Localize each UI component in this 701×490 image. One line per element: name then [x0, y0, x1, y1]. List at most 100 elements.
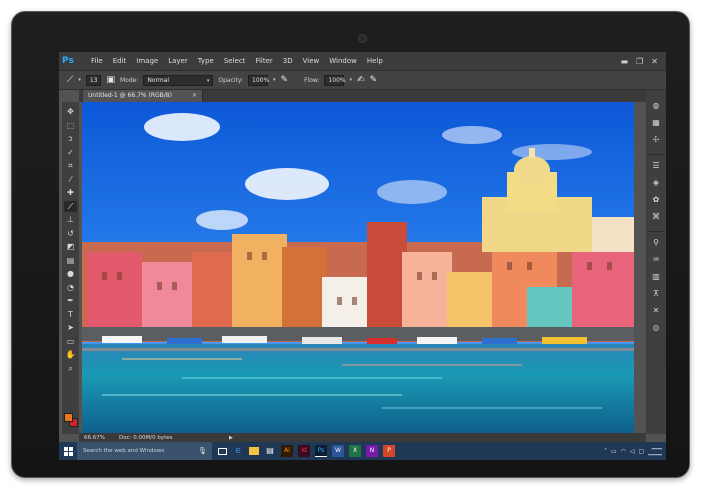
document-info: Doc: 0.00M/0 bytes: [119, 434, 173, 441]
clock-date-icon: ▁▁▁▁: [648, 451, 662, 456]
mode-value: Normal: [147, 76, 170, 84]
color-panel-icon[interactable]: ◍: [649, 100, 663, 112]
file-explorer-icon[interactable]: [249, 447, 259, 455]
canvas-photo: [82, 102, 634, 433]
menu-type[interactable]: Type: [193, 52, 219, 70]
volume-icon[interactable]: ◁: [630, 448, 635, 455]
photoshop-icon[interactable]: Ps: [315, 445, 327, 457]
document-canvas[interactable]: [82, 102, 634, 433]
pressure-opacity-icon[interactable]: ✎: [281, 75, 289, 85]
channels-panel-icon[interactable]: ✿: [649, 194, 663, 206]
restore-icon[interactable]: ❐: [636, 57, 643, 66]
menu-image[interactable]: Image: [131, 52, 163, 70]
quick-select-tool-icon[interactable]: ✓: [64, 147, 77, 159]
foreground-color-swatch[interactable]: [64, 413, 73, 422]
gradient-tool-icon[interactable]: ▤: [64, 255, 77, 267]
task-view-icon[interactable]: [218, 447, 227, 455]
camera-icon: [358, 34, 367, 43]
tools-panel: ✥ ⬚ ↄ ✓ ⌗ ⁄ ✚ ⟋ ⊥ ↺ ◩ ▤ ● ◔ ✒ T ➤ ▭ ✋ ⌕: [62, 102, 79, 434]
swatches-panel-icon[interactable]: ▦: [649, 117, 663, 129]
zoom-level[interactable]: 66.67%: [79, 435, 109, 441]
eyedropper-tool-icon[interactable]: ⁄: [64, 174, 77, 186]
menu-filter[interactable]: Filter: [250, 52, 277, 70]
taskbar-search[interactable]: Search the web and Windows 🎙: [77, 442, 212, 460]
mode-label: Mode:: [119, 76, 139, 84]
menu-view[interactable]: View: [298, 52, 325, 70]
clone-stamp-tool-icon[interactable]: ⊥: [64, 214, 77, 226]
excel-icon[interactable]: X: [349, 445, 361, 457]
mode-select[interactable]: Normal ▾: [143, 74, 214, 86]
chevron-right-icon[interactable]: ▶: [229, 435, 233, 441]
microphone-icon[interactable]: 🎙: [198, 442, 207, 460]
flow-field[interactable]: 100%: [324, 74, 346, 86]
adjustments-panel-icon[interactable]: ☩: [649, 134, 663, 146]
panel-divider: [649, 228, 663, 232]
dodge-tool-icon[interactable]: ◔: [64, 282, 77, 294]
hand-tool-icon[interactable]: ✋: [64, 349, 77, 361]
search-placeholder: Search the web and Windows: [83, 448, 165, 454]
wifi-icon[interactable]: ◠: [621, 448, 626, 455]
options-bar: ⟋ ▾ 13 ▣ Mode: Normal ▾ Opacity: 100% ▾ …: [59, 70, 666, 90]
windows-taskbar: Search the web and Windows 🎙 e ▤ Ai Id P…: [59, 442, 666, 460]
system-tray: ˄ ▭ ◠ ◁ ▢ ▁▁▁ ▁▁▁▁: [604, 445, 666, 457]
marquee-tool-icon[interactable]: ⬚: [64, 120, 77, 132]
chevron-down-icon: ▾: [206, 77, 210, 84]
path-selection-tool-icon[interactable]: ➤: [64, 322, 77, 334]
timeline-panel-icon[interactable]: ◎: [649, 322, 663, 334]
type-tool-icon[interactable]: T: [64, 309, 77, 321]
menu-3d[interactable]: 3D: [278, 52, 298, 70]
zoom-tool-icon[interactable]: ⌕: [64, 363, 77, 375]
character-panel-icon[interactable]: ⊼: [649, 288, 663, 300]
brush-presets-panel-icon[interactable]: ▥: [649, 271, 663, 283]
properties-panel-icon[interactable]: ☰: [649, 160, 663, 172]
brush-preset-icon[interactable]: ⟋: [67, 75, 73, 85]
start-button[interactable]: [59, 442, 77, 460]
close-icon[interactable]: ✕: [651, 57, 658, 66]
eraser-tool-icon[interactable]: ◩: [64, 241, 77, 253]
clock[interactable]: ▁▁▁ ▁▁▁▁: [648, 445, 662, 457]
brush-panel-icon[interactable]: ▣: [106, 75, 115, 85]
illustrator-icon[interactable]: Ai: [281, 445, 293, 457]
crop-tool-icon[interactable]: ⌗: [64, 160, 77, 172]
pen-tool-icon[interactable]: ✒: [64, 295, 77, 307]
brush-size-field[interactable]: 13: [85, 74, 102, 86]
store-icon[interactable]: ▤: [264, 445, 276, 457]
minimize-icon[interactable]: ▬: [621, 57, 629, 66]
tool-presets-panel-icon[interactable]: ✕: [649, 305, 663, 317]
edge-icon[interactable]: e: [232, 445, 244, 457]
opacity-field[interactable]: 100%: [248, 74, 269, 86]
menu-layer[interactable]: Layer: [163, 52, 193, 70]
chevron-down-icon[interactable]: ▾: [349, 77, 352, 83]
battery-icon[interactable]: ▭: [611, 448, 617, 455]
pressure-size-icon[interactable]: ✎: [370, 75, 378, 85]
actions-panel-icon[interactable]: ♒: [649, 254, 663, 266]
menu-file[interactable]: File: [86, 52, 108, 70]
flow-label: Flow:: [304, 76, 320, 84]
menu-window[interactable]: Window: [324, 52, 362, 70]
history-panel-icon[interactable]: ⚲: [649, 237, 663, 249]
menu-select[interactable]: Select: [219, 52, 251, 70]
menu-help[interactable]: Help: [362, 52, 388, 70]
menu-edit[interactable]: Edit: [108, 52, 132, 70]
taskbar-apps: e ▤ Ai Id Ps W X N P: [218, 445, 395, 457]
history-brush-tool-icon[interactable]: ↺: [64, 228, 77, 240]
document-tab[interactable]: Untitled-1 @ 66.7% (RGB/8) ×: [83, 90, 203, 102]
move-tool-icon[interactable]: ✥: [64, 106, 77, 118]
word-icon[interactable]: W: [332, 445, 344, 457]
close-icon[interactable]: ×: [192, 90, 197, 102]
chevron-up-icon[interactable]: ˄: [604, 448, 607, 455]
rectangle-tool-icon[interactable]: ▭: [64, 336, 77, 348]
layers-panel-icon[interactable]: ◈: [649, 177, 663, 189]
chevron-down-icon[interactable]: ▾: [78, 77, 81, 83]
powerpoint-icon[interactable]: P: [383, 445, 395, 457]
brush-tool-icon[interactable]: ⟋: [64, 200, 77, 212]
chevron-down-icon[interactable]: ▾: [273, 77, 276, 83]
lasso-tool-icon[interactable]: ↄ: [64, 133, 77, 145]
blur-tool-icon[interactable]: ●: [64, 268, 77, 280]
notification-icon[interactable]: ▢: [638, 448, 644, 455]
paths-panel-icon[interactable]: ⌘: [649, 211, 663, 223]
onenote-icon[interactable]: N: [366, 445, 378, 457]
healing-brush-tool-icon[interactable]: ✚: [64, 187, 77, 199]
indesign-icon[interactable]: Id: [298, 445, 310, 457]
airbrush-icon[interactable]: ✍: [357, 75, 365, 85]
